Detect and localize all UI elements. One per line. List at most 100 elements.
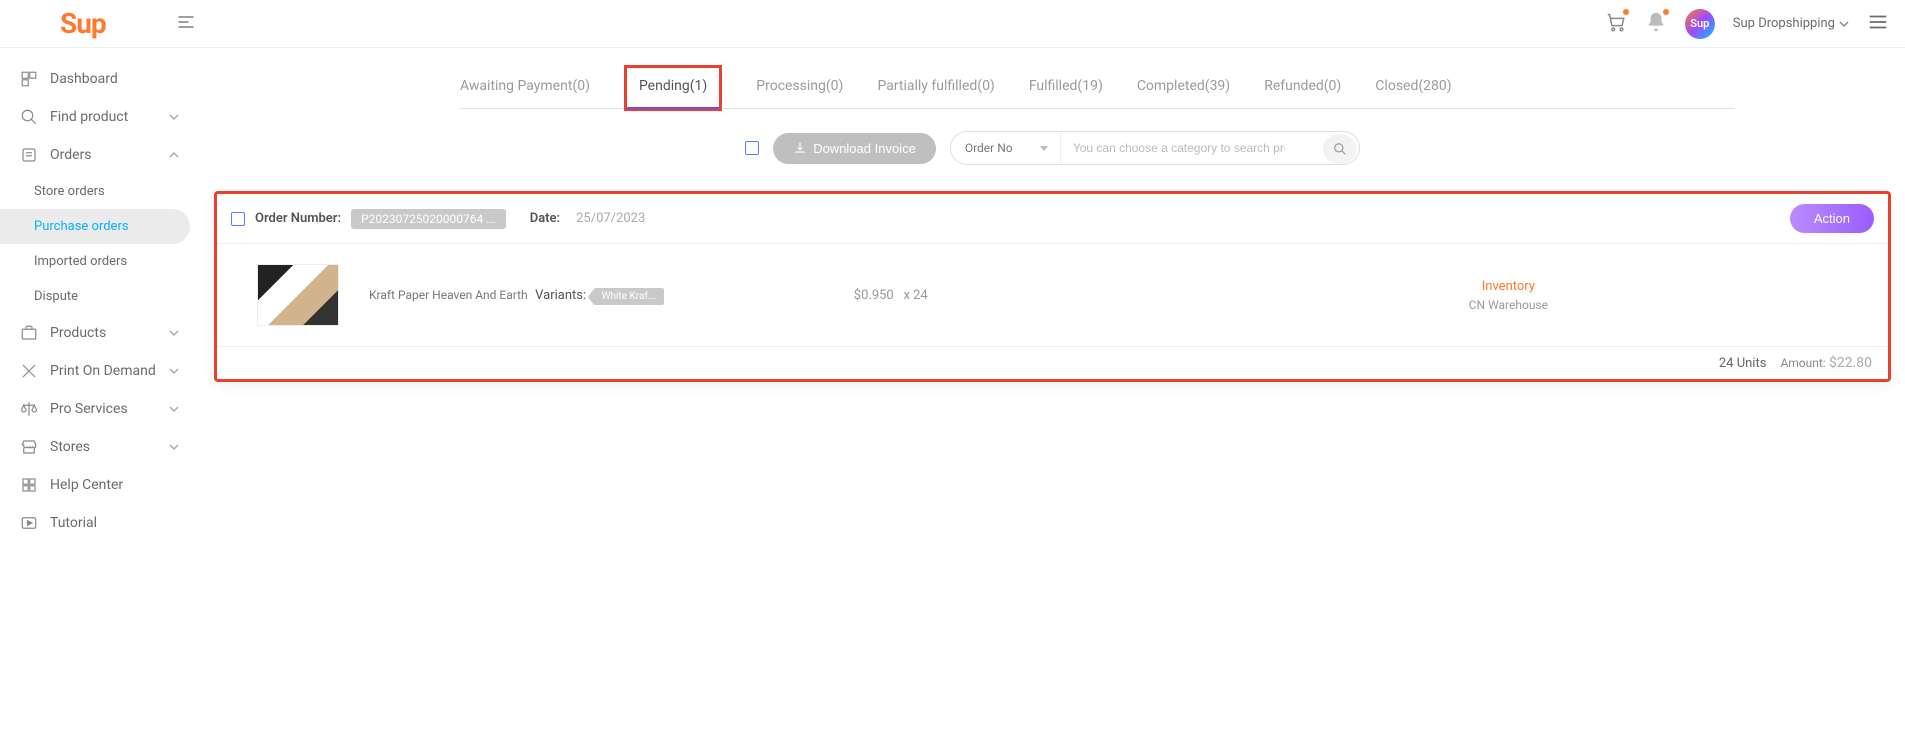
units-label: 24 Units bbox=[1719, 356, 1767, 371]
tab-awaiting-payment[interactable]: Awaiting Payment(0) bbox=[460, 68, 590, 108]
order-number-value: P20230725020000764 ... bbox=[351, 209, 506, 229]
pod-icon bbox=[20, 362, 38, 380]
dashboard-icon bbox=[20, 70, 38, 88]
tab-processing[interactable]: Processing(0) bbox=[756, 68, 843, 108]
sidebar-label: Store orders bbox=[34, 184, 105, 199]
unit-price: $0.950 bbox=[854, 288, 894, 303]
download-icon bbox=[793, 141, 807, 155]
sidebar-item-store-orders[interactable]: Store orders bbox=[0, 174, 200, 209]
chevron-down-icon bbox=[168, 441, 180, 453]
hamburger-icon[interactable] bbox=[1867, 11, 1889, 37]
chevron-down-icon bbox=[168, 403, 180, 415]
order-date-value: 25/07/2023 bbox=[576, 211, 645, 226]
sidebar-label: Imported orders bbox=[34, 254, 127, 269]
inventory-column: Inventory CN Warehouse bbox=[1469, 279, 1548, 312]
sidebar-item-products[interactable]: Products bbox=[0, 314, 200, 352]
sidebar-item-orders[interactable]: Orders bbox=[0, 136, 200, 174]
store-icon bbox=[20, 438, 38, 456]
sidebar-item-tutorial[interactable]: Tutorial bbox=[0, 504, 200, 542]
header: Sup Sup Sup Dropshipping bbox=[0, 0, 1905, 48]
bell-icon[interactable] bbox=[1645, 11, 1667, 37]
download-invoice-button[interactable]: Download Invoice bbox=[773, 133, 936, 164]
logo: Sup bbox=[60, 7, 106, 40]
order-date-label: Date: bbox=[530, 211, 560, 226]
product-info: Kraft Paper Heaven And Earth Variants: W… bbox=[369, 287, 664, 303]
amount-value: $22.80 bbox=[1829, 355, 1872, 371]
sidebar-label: Products bbox=[50, 325, 106, 341]
sidebar-item-help-center[interactable]: Help Center bbox=[0, 466, 200, 504]
bell-dot bbox=[1663, 9, 1669, 15]
sidebar-item-stores[interactable]: Stores bbox=[0, 428, 200, 466]
tab-pending[interactable]: Pending(1) bbox=[624, 65, 722, 111]
search-icon bbox=[20, 108, 38, 126]
sidebar-label: Stores bbox=[50, 439, 90, 455]
sidebar-item-dashboard[interactable]: Dashboard bbox=[0, 60, 200, 98]
variants-label: Variants: bbox=[535, 288, 586, 303]
tab-refunded[interactable]: Refunded(0) bbox=[1264, 68, 1341, 108]
main: Awaiting Payment(0) Pending(1) Processin… bbox=[200, 48, 1905, 542]
sidebar-label: Print On Demand bbox=[50, 363, 156, 379]
quantity: x 24 bbox=[903, 288, 927, 303]
sidebar-label: Tutorial bbox=[50, 515, 97, 531]
chevron-down-icon bbox=[1839, 19, 1849, 29]
sidebar-item-print-on-demand[interactable]: Print On Demand bbox=[0, 352, 200, 390]
sidebar-item-purchase-orders[interactable]: Purchase orders bbox=[0, 209, 190, 244]
tab-completed[interactable]: Completed(39) bbox=[1137, 68, 1230, 108]
cart-dot bbox=[1623, 9, 1629, 15]
amount-label: Amount: bbox=[1780, 356, 1825, 370]
products-icon bbox=[20, 324, 38, 342]
avatar[interactable]: Sup bbox=[1685, 9, 1715, 39]
user-menu[interactable]: Sup Dropshipping bbox=[1733, 16, 1849, 31]
download-label: Download Invoice bbox=[813, 141, 916, 156]
inventory-link[interactable]: Inventory bbox=[1469, 279, 1548, 294]
orders-icon bbox=[20, 146, 38, 164]
order-footer: 24 Units Amount: $22.80 bbox=[217, 347, 1888, 379]
search-group: Order No bbox=[950, 131, 1360, 165]
sidebar-label: Orders bbox=[50, 147, 92, 163]
chevron-up-icon bbox=[168, 149, 180, 161]
select-all-checkbox[interactable] bbox=[745, 141, 759, 155]
price-column: $0.950 x 24 bbox=[854, 288, 928, 303]
sidebar-item-imported-orders[interactable]: Imported orders bbox=[0, 244, 200, 279]
sidebar-label: Purchase orders bbox=[34, 219, 129, 234]
tab-partially-fulfilled[interactable]: Partially fulfilled(0) bbox=[877, 68, 994, 108]
controls-row: Download Invoice Order No bbox=[210, 109, 1895, 191]
sidebar-label: Dispute bbox=[34, 289, 78, 304]
sidebar-label: Help Center bbox=[50, 477, 123, 493]
chevron-down-icon bbox=[168, 111, 180, 123]
search-category-select[interactable]: Order No bbox=[951, 132, 1061, 164]
product-thumbnail[interactable] bbox=[257, 264, 339, 326]
sidebar-item-pro-services[interactable]: Pro Services bbox=[0, 390, 200, 428]
sidebar-label: Dashboard bbox=[50, 71, 118, 87]
sidebar: Dashboard Find product Orders Store orde… bbox=[0, 48, 200, 542]
menu-toggle-icon[interactable] bbox=[176, 12, 196, 36]
order-header: Order Number: P20230725020000764 ... Dat… bbox=[217, 194, 1888, 244]
order-number-label: Order Number: bbox=[255, 211, 341, 226]
order-card: Order Number: P20230725020000764 ... Dat… bbox=[214, 191, 1891, 382]
action-button[interactable]: Action bbox=[1790, 204, 1874, 233]
search-input[interactable] bbox=[1061, 132, 1321, 164]
warehouse-label: CN Warehouse bbox=[1469, 298, 1548, 312]
sidebar-item-find-product[interactable]: Find product bbox=[0, 98, 200, 136]
scale-icon bbox=[20, 400, 38, 418]
help-icon bbox=[20, 476, 38, 494]
tutorial-icon bbox=[20, 514, 38, 532]
user-name-label: Sup Dropshipping bbox=[1733, 16, 1835, 31]
tab-fulfilled[interactable]: Fulfilled(19) bbox=[1029, 68, 1103, 108]
header-right: Sup Sup Dropshipping bbox=[1605, 9, 1889, 39]
sidebar-label: Find product bbox=[50, 109, 128, 125]
variant-value: White Kraf... bbox=[594, 288, 664, 305]
product-name: Kraft Paper Heaven And Earth bbox=[369, 288, 528, 302]
search-button[interactable] bbox=[1323, 134, 1357, 164]
sidebar-item-dispute[interactable]: Dispute bbox=[0, 279, 200, 314]
search-icon bbox=[1333, 142, 1347, 156]
header-left: Sup bbox=[60, 7, 196, 40]
chevron-down-icon bbox=[168, 365, 180, 377]
order-checkbox[interactable] bbox=[231, 212, 245, 226]
tab-closed[interactable]: Closed(280) bbox=[1375, 68, 1451, 108]
cart-icon[interactable] bbox=[1605, 11, 1627, 37]
sidebar-label: Pro Services bbox=[50, 401, 128, 417]
tabs: Awaiting Payment(0) Pending(1) Processin… bbox=[460, 68, 1735, 109]
chevron-down-icon bbox=[168, 327, 180, 339]
order-body: Kraft Paper Heaven And Earth Variants: W… bbox=[217, 244, 1888, 347]
